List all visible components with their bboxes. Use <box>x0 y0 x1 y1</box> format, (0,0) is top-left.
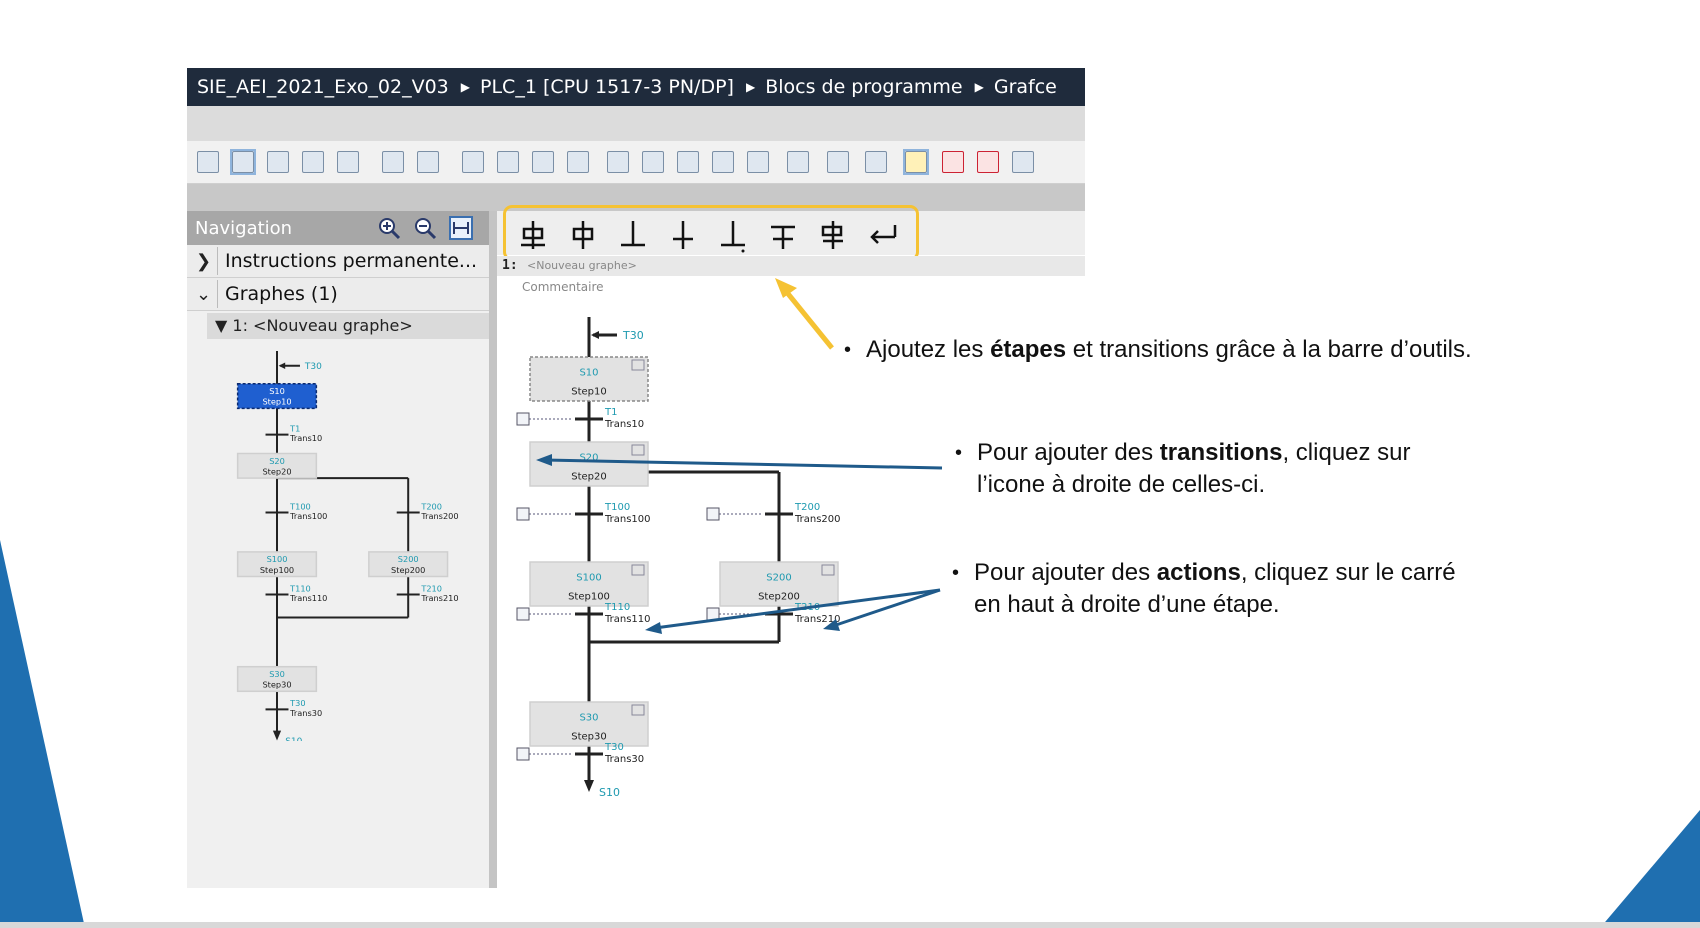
blue-arrow-actions <box>654 588 941 630</box>
arrowhead <box>645 622 662 634</box>
arrowhead <box>536 454 552 466</box>
arrowhead <box>823 619 840 631</box>
note-add-steps: • Ajoutez les étapes et transitions grâc… <box>844 336 1472 363</box>
annotation-arrows <box>536 278 943 634</box>
yellow-arrow <box>775 278 834 350</box>
note-add-transitions: • Pour ajouter des transitions, cliquez … <box>955 439 1411 498</box>
blue-arrow-transitions <box>544 458 943 470</box>
note-add-actions: • Pour ajouter des actions, cliquez sur … <box>952 559 1456 618</box>
